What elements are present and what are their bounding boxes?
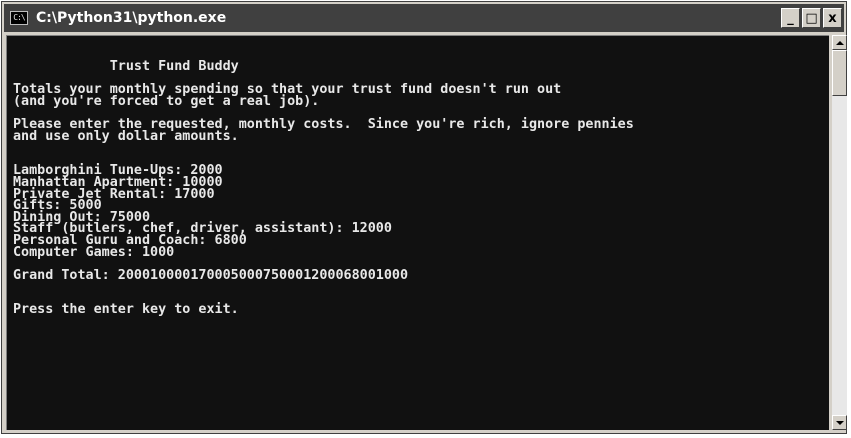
console-line: Press the enter key to exit. (13, 302, 239, 318)
scroll-down-button[interactable] (832, 415, 847, 430)
console-line: Private Jet Rental: 17000 (13, 186, 215, 202)
window-title: C:\Python31\python.exe (36, 10, 227, 26)
console-line: and use only dollar amounts. (13, 128, 239, 144)
console-line: Grand Total: 200010000170005000750001200… (13, 267, 409, 283)
maximize-button[interactable]: □ (802, 8, 821, 28)
console-text: Trust Fund Buddy Totals your monthly spen… (13, 59, 634, 318)
console-line: (and you're forced to get a real job). (13, 93, 320, 109)
scroll-thumb[interactable] (832, 50, 847, 96)
console-line: Computer Games: 1000 (13, 244, 175, 260)
console-app-icon[interactable]: C:\ (10, 11, 28, 25)
title-bar[interactable]: C:\ C:\Python31\python.exe _ □ x (4, 4, 844, 32)
up-arrow-icon (835, 40, 844, 45)
vertical-scrollbar[interactable] (832, 35, 847, 430)
scroll-up-button[interactable] (832, 35, 847, 50)
console-window: C:\ C:\Python31\python.exe _ □ x Trust F… (1, 1, 847, 434)
window-controls: _ □ x (781, 8, 842, 28)
close-button[interactable]: x (823, 8, 842, 28)
console-line: Trust Fund Buddy (13, 59, 239, 74)
minimize-button[interactable]: _ (781, 8, 800, 28)
console-output-area[interactable]: Trust Fund Buddy Totals your monthly spen… (6, 35, 829, 430)
down-arrow-icon (835, 420, 844, 425)
